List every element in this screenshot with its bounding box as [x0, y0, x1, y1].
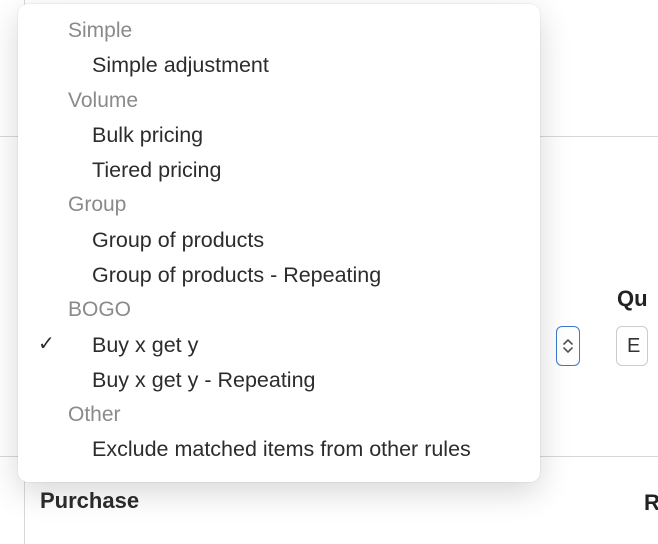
menu-group-label: Simple	[18, 14, 540, 48]
menu-item[interactable]: Buy x get y - Repeating	[18, 363, 540, 398]
menu-item-label: Tiered pricing	[92, 158, 221, 182]
menu-item[interactable]: ✓ Buy x get y	[18, 328, 540, 363]
menu-item-label: Bulk pricing	[92, 123, 203, 147]
select-stepper-icon	[563, 338, 573, 354]
quantity-unit-value: E	[627, 335, 640, 358]
menu-item-label: Simple adjustment	[92, 53, 269, 77]
quantity-unit-select[interactable]: E	[616, 326, 648, 366]
purchase-section: Purchase	[40, 488, 658, 514]
menu-group-label: BOGO	[18, 293, 540, 327]
menu-group-label: Group	[18, 188, 540, 222]
menu-item[interactable]: Bulk pricing	[18, 118, 540, 153]
purchase-heading: Purchase	[40, 488, 658, 514]
menu-group-label: Other	[18, 398, 540, 432]
menu-item-label: Exclude matched items from other rules	[92, 437, 471, 461]
quantity-label: Qu	[617, 286, 648, 312]
menu-item-label: Buy x get y - Repeating	[92, 368, 315, 392]
checkmark-icon: ✓	[38, 330, 55, 359]
menu-item-label: Buy x get y	[92, 333, 198, 357]
menu-item[interactable]: Exclude matched items from other rules	[18, 432, 540, 467]
menu-item-label: Group of products	[92, 228, 264, 252]
menu-item[interactable]: Tiered pricing	[18, 153, 540, 188]
menu-item[interactable]: Group of products	[18, 223, 540, 258]
menu-item[interactable]: Simple adjustment	[18, 48, 540, 83]
rule-type-dropdown[interactable]: Simple Simple adjustment Volume Bulk pricin…	[18, 4, 540, 482]
menu-group-label: Volume	[18, 84, 540, 118]
menu-item[interactable]: Group of products - Repeating	[18, 258, 540, 293]
menu-item-label: Group of products - Repeating	[92, 263, 381, 287]
rule-type-select[interactable]	[556, 326, 580, 366]
